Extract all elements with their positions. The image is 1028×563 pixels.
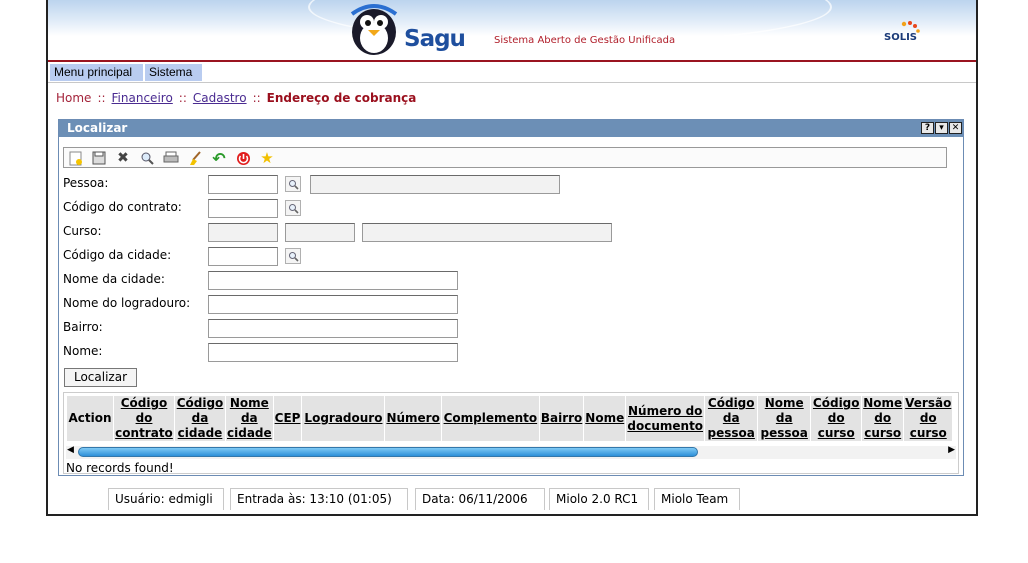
clear-icon[interactable]	[187, 150, 203, 166]
label-cidade-codigo: Código da cidade:	[63, 248, 172, 262]
cidade-search-icon[interactable]	[285, 248, 301, 264]
status-login-time: Entrada às: 13:10 (01:05)	[230, 488, 408, 510]
breadcrumb-separator: ::	[252, 91, 261, 105]
scrollbar-thumb[interactable]	[78, 447, 698, 457]
toolbar: ✖ ↶ ★	[63, 147, 947, 168]
pessoa-name-field	[310, 175, 560, 194]
column-header-nome-pessoa[interactable]: Nome da pessoa	[757, 395, 812, 442]
search-icon[interactable]	[139, 150, 155, 166]
label-pessoa: Pessoa:	[63, 176, 109, 190]
label-cidade-nome: Nome da cidade:	[63, 272, 165, 286]
status-version: Miolo 2.0 RC1	[549, 488, 649, 510]
column-header-nome-cidade[interactable]: Nome da cidade	[225, 395, 274, 442]
column-header-codigo-contrato[interactable]: Código do contrato	[113, 395, 175, 442]
sagu-penguin-logo	[350, 4, 398, 55]
empty-message: No records found!	[66, 461, 174, 474]
column-header-codigo-cidade[interactable]: Código da cidade	[174, 395, 226, 442]
favorite-icon[interactable]: ★	[259, 149, 275, 167]
contrato-code-input[interactable]	[208, 199, 278, 218]
brand-tagline: Sistema Aberto de Gestão Unificada	[494, 35, 676, 46]
label-bairro: Bairro:	[63, 320, 103, 334]
column-header-nome-curso[interactable]: Nome do curso	[861, 395, 905, 442]
results-grid: Action Código do contrato Código da cida…	[63, 392, 959, 474]
exit-icon[interactable]	[235, 150, 251, 166]
column-header-codigo-curso[interactable]: Código do curso	[810, 395, 863, 442]
header-banner: Sagu Sistema Aberto de Gestão Unificada …	[48, 0, 976, 62]
bairro-input[interactable]	[208, 319, 458, 338]
brand-name: Sagu	[404, 26, 466, 52]
print-icon[interactable]	[163, 150, 179, 166]
pessoa-code-input[interactable]	[208, 175, 278, 194]
horizontal-scrollbar[interactable]: ◀ ▶	[66, 445, 956, 459]
cidade-name-input[interactable]	[208, 271, 458, 290]
contrato-search-icon[interactable]	[285, 200, 301, 216]
label-contrato: Código do contrato:	[63, 200, 182, 214]
table-header-row: Action Código do contrato Código da cida…	[66, 395, 954, 442]
breadcrumb-financeiro[interactable]: Financeiro	[112, 91, 173, 105]
localizar-button[interactable]: Localizar	[64, 368, 137, 387]
search-window: Localizar ? ▾ ✕ ✖ ↶ ★ Pessoa: Código do …	[58, 119, 964, 476]
column-header-numero[interactable]: Número	[384, 395, 442, 442]
curso-name-field	[362, 223, 612, 242]
back-icon[interactable]: ↶	[211, 149, 227, 168]
scroll-left-icon[interactable]: ◀	[67, 445, 74, 455]
label-nome: Nome:	[63, 344, 103, 358]
menu-bar: Menu principal Sistema	[48, 62, 976, 83]
menu-item-principal[interactable]: Menu principal	[50, 64, 143, 81]
column-header-cep[interactable]: CEP	[272, 395, 303, 442]
column-header-complemento[interactable]: Complemento	[440, 395, 540, 442]
menu-item-sistema[interactable]: Sistema	[145, 64, 202, 81]
status-user: Usuário: edmigli	[108, 488, 224, 510]
column-header-versao-curso[interactable]: Versão do curso	[903, 395, 954, 442]
app-frame: Sagu Sistema Aberto de Gestão Unificada …	[46, 0, 978, 516]
window-title: Localizar	[59, 120, 963, 137]
partner-logo-text: SOLIS	[884, 32, 917, 43]
nome-input[interactable]	[208, 343, 458, 362]
label-curso: Curso:	[63, 224, 102, 238]
delete-icon[interactable]: ✖	[115, 150, 131, 166]
column-header-bairro[interactable]: Bairro	[538, 395, 585, 442]
save-icon[interactable]	[91, 150, 107, 166]
breadcrumb-separator: ::	[97, 91, 106, 105]
breadcrumb-separator: ::	[178, 91, 187, 105]
minimize-icon[interactable]: ▾	[935, 122, 948, 134]
breadcrumb-current: Endereço de cobrança	[266, 91, 417, 105]
logradouro-input[interactable]	[208, 295, 458, 314]
column-header-numero-documento[interactable]: Número do documento	[625, 395, 706, 442]
breadcrumb-cadastro[interactable]: Cadastro	[193, 91, 247, 105]
close-icon[interactable]: ✕	[949, 122, 962, 134]
cidade-code-input[interactable]	[208, 247, 278, 266]
column-header-logradouro[interactable]: Logradouro	[301, 395, 386, 442]
curso-code-field	[208, 223, 278, 242]
column-header-nome[interactable]: Nome	[583, 395, 627, 442]
status-team: Miolo Team	[654, 488, 740, 510]
curso-version-field	[285, 223, 355, 242]
column-header-action: Action	[66, 395, 114, 442]
help-icon[interactable]: ?	[921, 122, 934, 134]
new-icon[interactable]	[68, 150, 84, 166]
label-logradouro: Nome do logradouro:	[63, 296, 191, 310]
scroll-right-icon[interactable]: ▶	[948, 445, 955, 455]
column-header-codigo-pessoa[interactable]: Código da pessoa	[704, 395, 759, 442]
pessoa-search-icon[interactable]	[285, 176, 301, 192]
breadcrumb: Home:: Financeiro:: Cadastro:: Endereço de …	[56, 91, 416, 105]
breadcrumb-home[interactable]: Home	[56, 91, 91, 105]
status-date: Data: 06/11/2006	[415, 488, 545, 510]
results-table: Action Código do contrato Código da cida…	[66, 395, 954, 442]
